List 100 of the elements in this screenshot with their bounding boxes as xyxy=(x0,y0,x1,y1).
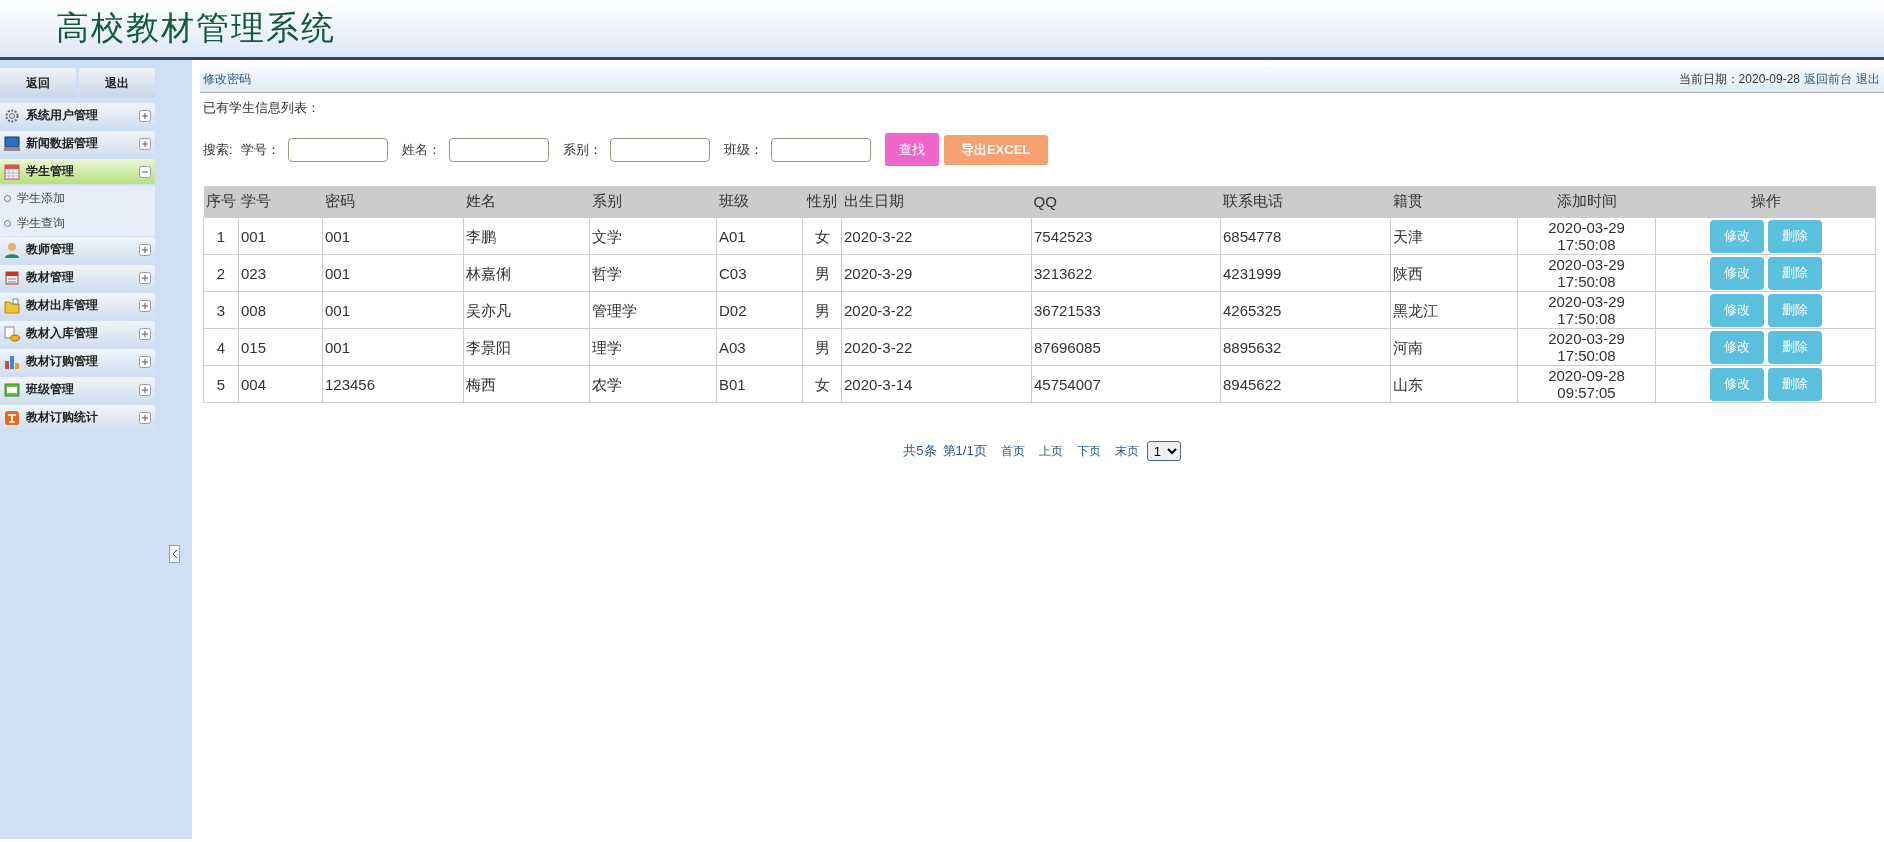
search-field[interactable] xyxy=(448,137,549,162)
column-header: 性别 xyxy=(802,186,842,218)
column-header: 序号 xyxy=(203,186,239,218)
expand-icon[interactable] xyxy=(139,243,151,256)
book-icon xyxy=(4,269,20,286)
table-cell: 36721533 xyxy=(1031,291,1221,329)
sidebar-menu-item[interactable]: 教材订购统计 xyxy=(0,405,155,430)
table-cell: 001 xyxy=(322,291,464,329)
monitor-icon xyxy=(4,135,20,152)
search-field[interactable] xyxy=(609,137,710,162)
table-cell: 4265325 xyxy=(1220,291,1391,329)
table-cell: 女 xyxy=(802,217,842,255)
pagination-link[interactable]: 下页 xyxy=(1076,442,1101,460)
expand-icon[interactable] xyxy=(139,109,151,122)
sidebar-subitem[interactable]: 学生查询 xyxy=(0,211,155,236)
table-cell: 2020-03-29 17:50:08 xyxy=(1517,217,1656,255)
column-header: 出生日期 xyxy=(841,186,1032,218)
table-cell: 2020-09-28 09:57:05 xyxy=(1517,365,1656,403)
table-cell: 梅西 xyxy=(463,365,590,403)
header-link[interactable]: 返回前台 xyxy=(1804,70,1852,88)
column-header: 操作 xyxy=(1655,186,1876,218)
pagination-link[interactable]: 末页 xyxy=(1114,442,1139,460)
calendar-icon xyxy=(4,163,20,180)
table-cell: 理学 xyxy=(589,328,717,366)
expand-icon[interactable] xyxy=(139,271,151,284)
bar-chart-icon xyxy=(4,353,20,370)
pagination-info: 第1/1页 xyxy=(942,442,987,460)
collapse-sidebar-button[interactable] xyxy=(169,545,180,563)
expand-icon[interactable] xyxy=(139,299,151,312)
change-password-link[interactable]: 修改密码 xyxy=(203,70,251,88)
search-field[interactable] xyxy=(770,137,871,162)
table-cell: 8945622 xyxy=(1220,365,1391,403)
table-cell: 001 xyxy=(238,217,323,255)
table-cell: 2020-3-22 xyxy=(841,217,1032,255)
table-cell: 5 xyxy=(203,365,239,403)
sidebar-menu-item[interactable]: 班级管理 xyxy=(0,377,155,402)
table-cell: 2020-03-29 17:50:08 xyxy=(1517,254,1656,292)
table-cell: 8895632 xyxy=(1220,328,1391,366)
column-header: 联系电话 xyxy=(1220,186,1391,218)
table-cell: 87696085 xyxy=(1031,328,1221,366)
header-link[interactable]: 退出 xyxy=(1856,70,1880,88)
sidebar-subitem[interactable]: 学生添加 xyxy=(0,186,155,211)
coins-icon xyxy=(4,325,20,342)
table-cell: 004 xyxy=(238,365,323,403)
person-icon xyxy=(4,241,20,258)
table-cell: 2020-3-14 xyxy=(841,365,1032,403)
column-header: 姓名 xyxy=(463,186,590,218)
column-header: QQ xyxy=(1031,186,1221,218)
table-cell: 林嘉俐 xyxy=(463,254,590,292)
page-select[interactable]: 1 xyxy=(1146,441,1181,461)
table-cell: 2020-03-29 17:50:08 xyxy=(1517,291,1656,329)
table-cell: 农学 xyxy=(589,365,717,403)
table-cell: D02 xyxy=(716,291,803,329)
table-cell: 3213622 xyxy=(1031,254,1221,292)
sidebar-menu-item[interactable]: 教材出库管理 xyxy=(0,293,155,318)
table-cell: 001 xyxy=(322,328,464,366)
sidebar-menu-item[interactable]: 系统用户管理 xyxy=(0,103,155,128)
table-cell: 男 xyxy=(802,328,842,366)
chevron-left-icon xyxy=(171,550,178,558)
column-header: 籍贯 xyxy=(1390,186,1518,218)
list-title: 已有学生信息列表： xyxy=(203,99,321,117)
search-field[interactable] xyxy=(287,137,388,162)
table-cell: 3 xyxy=(203,291,239,329)
column-header: 学号 xyxy=(238,186,323,218)
table-cell: 李景阳 xyxy=(463,328,590,366)
pagination-link[interactable]: 上页 xyxy=(1038,442,1063,460)
expand-icon[interactable] xyxy=(139,355,151,368)
expand-icon[interactable] xyxy=(139,327,151,340)
folder-icon xyxy=(4,297,20,314)
sidebar-menu-item[interactable]: 教材入库管理 xyxy=(0,321,155,346)
search-label: 搜索: xyxy=(203,140,233,159)
expand-icon[interactable] xyxy=(139,383,151,396)
sidebar-menu-item[interactable]: 新闻数据管理 xyxy=(0,131,155,156)
sidebar-menu-item[interactable]: 教材订购管理 xyxy=(0,349,155,374)
sidebar-button[interactable]: 返回 xyxy=(0,68,76,98)
pagination-info: 共5条 xyxy=(903,442,937,460)
field-label: 姓名： xyxy=(401,140,441,159)
pagination-link[interactable]: 首页 xyxy=(1000,442,1025,460)
column-header: 班级 xyxy=(716,186,803,218)
sidebar-button[interactable]: 退出 xyxy=(79,68,155,98)
table-cell: 2020-3-29 xyxy=(841,254,1032,292)
table-cell: 陕西 xyxy=(1390,254,1518,292)
table-cell: 4 xyxy=(203,328,239,366)
collapse-icon[interactable] xyxy=(139,165,151,178)
table-cell: A01 xyxy=(716,217,803,255)
table-cell: 001 xyxy=(322,217,464,255)
table-cell: 男 xyxy=(802,254,842,292)
table-cell: 015 xyxy=(238,328,323,366)
expand-icon[interactable] xyxy=(139,137,151,150)
expand-icon[interactable] xyxy=(139,411,151,424)
sidebar-menu-item[interactable]: 教材管理 xyxy=(0,265,155,290)
table-cell: 女 xyxy=(802,365,842,403)
sidebar-menu-item[interactable]: 教师管理 xyxy=(0,237,155,262)
table-cell: 001 xyxy=(322,254,464,292)
sidebar-menu-item[interactable]: 学生管理 xyxy=(0,159,155,184)
field-label: 班级： xyxy=(723,140,763,159)
table-cell: 2020-3-22 xyxy=(841,328,1032,366)
app-title: 高校教材管理系统 xyxy=(56,7,336,49)
table-cell: 2020-3-22 xyxy=(841,291,1032,329)
table-cell: 文学 xyxy=(589,217,717,255)
